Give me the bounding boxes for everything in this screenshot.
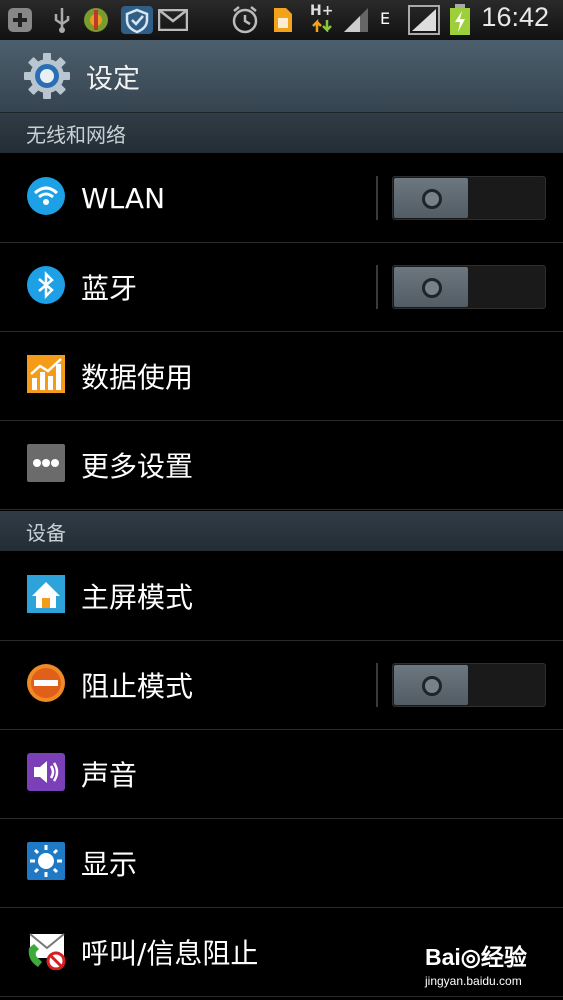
- settings-item-label: 呼叫/信息阻止: [81, 937, 259, 970]
- baidu-jingyan-watermark: Bai◎经验 jingyan.baidu.com: [425, 938, 535, 988]
- block-mode-toggle[interactable]: [392, 663, 546, 707]
- toggle-knob: [394, 267, 468, 307]
- game-app-icon: [80, 6, 112, 34]
- bluetooth-icon: [26, 265, 66, 305]
- section-header-label: 设备: [26, 520, 66, 545]
- security-shield-icon: [120, 6, 154, 34]
- divider: [376, 176, 378, 220]
- divider: [376, 265, 378, 309]
- settings-item-block-mode[interactable]: 阻止模式: [0, 641, 563, 730]
- add-icon: [6, 6, 34, 34]
- more-dots-icon: [26, 443, 66, 483]
- sim-card-icon: [272, 6, 294, 34]
- block-mode-icon: [26, 663, 66, 703]
- section-header-device: 设备: [0, 511, 563, 551]
- signal-icon: [342, 6, 370, 34]
- battery-charging-icon: [448, 4, 472, 35]
- title-bar: 设定: [0, 40, 563, 113]
- section-header-wireless: 无线和网络: [0, 113, 563, 153]
- network-type-label: E: [380, 8, 391, 28]
- speaker-icon: [26, 752, 66, 792]
- settings-item-label: 数据使用: [81, 361, 194, 394]
- home-screen-icon: [26, 574, 66, 614]
- settings-item-wlan[interactable]: WLAN: [0, 154, 563, 243]
- status-bar: H+ E 16:42: [0, 0, 563, 40]
- settings-gear-icon[interactable]: [22, 51, 72, 101]
- mail-icon: [158, 6, 188, 34]
- display-brightness-icon: [26, 841, 66, 881]
- usb-icon: [50, 6, 74, 34]
- signal-icon: [408, 5, 440, 35]
- settings-item-home-screen-mode[interactable]: 主屏模式: [0, 552, 563, 641]
- data-arrows-icon: H+: [310, 4, 333, 32]
- alarm-icon: [230, 6, 260, 34]
- settings-item-label: 声音: [81, 759, 138, 792]
- settings-item-display[interactable]: 显示: [0, 819, 563, 908]
- settings-item-label: 蓝牙: [81, 272, 138, 305]
- watermark-url: jingyan.baidu.com: [425, 974, 522, 988]
- toggle-knob: [394, 178, 468, 218]
- settings-item-more-settings[interactable]: 更多设置: [0, 421, 563, 510]
- settings-item-data-usage[interactable]: 数据使用: [0, 332, 563, 421]
- settings-item-label: 显示: [81, 848, 138, 881]
- status-time: 16:42: [481, 2, 549, 32]
- page-title: 设定: [86, 63, 140, 95]
- bluetooth-toggle[interactable]: [392, 265, 546, 309]
- settings-item-label: 更多设置: [81, 450, 194, 483]
- settings-item-sound[interactable]: 声音: [0, 730, 563, 819]
- settings-item-label: 阻止模式: [81, 670, 194, 703]
- toggle-knob: [394, 665, 468, 705]
- watermark-logo: Bai◎经验: [425, 944, 527, 970]
- settings-item-bluetooth[interactable]: 蓝牙: [0, 243, 563, 332]
- settings-item-label: 主屏模式: [81, 581, 194, 614]
- wlan-toggle[interactable]: [392, 176, 546, 220]
- section-header-label: 无线和网络: [26, 122, 126, 147]
- wifi-icon: [26, 176, 66, 216]
- data-usage-chart-icon: [26, 354, 66, 394]
- network-type-label: H+: [310, 3, 334, 19]
- divider: [376, 663, 378, 707]
- call-message-block-icon: [26, 930, 66, 971]
- settings-item-label: WLAN: [81, 181, 166, 215]
